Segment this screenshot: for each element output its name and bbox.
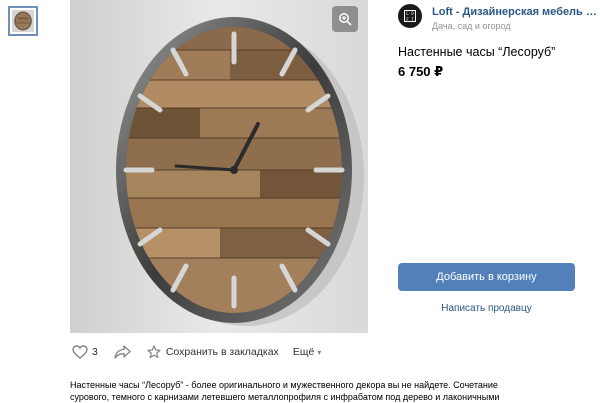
bookmark-label: Сохранить в закладках	[165, 346, 279, 358]
shop-name-link[interactable]: Loft - Дизайнерская мебель на ...	[432, 6, 600, 18]
action-bar: 3 Сохранить в закладках Ещё ▾	[70, 333, 600, 371]
shop-logo-icon[interactable]: LOFT	[398, 4, 422, 28]
product-description: Настенные часы “Лесоруб” - более оригина…	[70, 379, 540, 403]
wall-clock-image	[70, 0, 368, 333]
more-label: Ещё	[292, 346, 315, 358]
product-photo[interactable]	[70, 0, 368, 333]
add-to-cart-button[interactable]: Добавить в корзину	[398, 263, 575, 291]
product-info-panel: LOFT Loft - Дизайнерская мебель на ... Д…	[368, 0, 600, 333]
description-line: сурового, темного с карнизами летевшего …	[70, 392, 500, 402]
share-arrow-icon	[114, 345, 131, 359]
product-title: Настенные часы “Лесоруб”	[398, 45, 556, 59]
product-price: 6 750 ₽	[398, 64, 444, 79]
message-seller-link[interactable]: Написать продавцу	[398, 303, 575, 314]
thumbnail-clock-image	[12, 10, 34, 32]
bookmark-button[interactable]: Сохранить в закладках	[147, 345, 279, 359]
like-button[interactable]: 3	[72, 345, 98, 359]
heart-icon	[72, 345, 88, 359]
shop-header: LOFT Loft - Дизайнерская мебель на ... Д…	[398, 4, 600, 36]
shop-category: Дача, сад и огород	[432, 21, 511, 31]
thumbnail-rail	[0, 0, 70, 400]
zoom-in-icon	[339, 13, 352, 26]
more-menu-button[interactable]: Ещё ▾	[293, 346, 322, 358]
star-icon	[147, 345, 161, 358]
like-count: 3	[92, 346, 98, 358]
zoom-button[interactable]	[332, 6, 358, 32]
share-button[interactable]	[114, 345, 131, 359]
photo-thumbnail[interactable]	[8, 6, 38, 36]
description-line: Настенные часы “Лесоруб” - более оригина…	[70, 380, 498, 390]
chevron-down-icon: ▾	[317, 347, 322, 357]
